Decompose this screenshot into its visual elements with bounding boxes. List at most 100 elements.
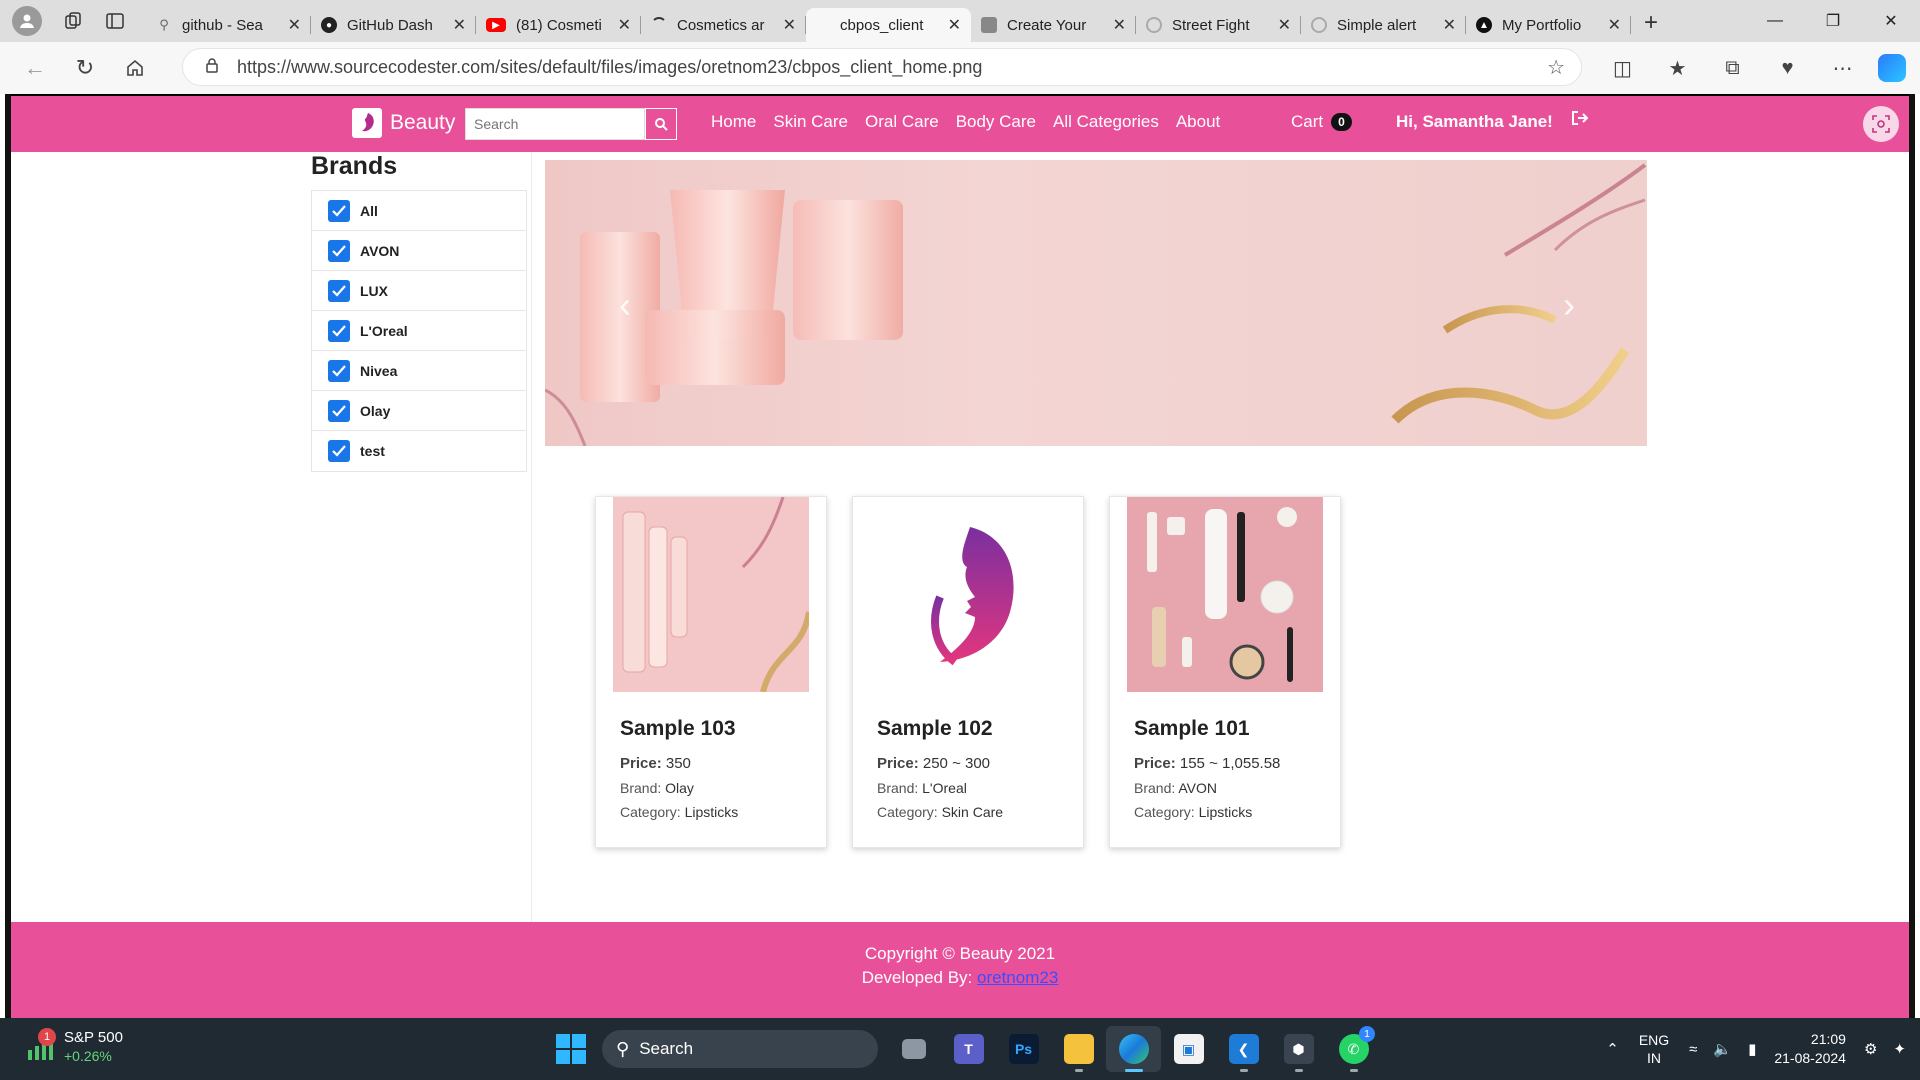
product-card[interactable]: Sample 101 Price: 155 ~ 1,055.58 Brand: … <box>1109 496 1341 848</box>
product-name[interactable]: Sample 103 <box>620 717 736 741</box>
edge-icon[interactable] <box>1106 1026 1161 1072</box>
brand-filter-loreal[interactable]: L'Oreal <box>312 311 526 351</box>
site-brand[interactable]: Beauty <box>352 108 455 138</box>
menu-all-categories[interactable]: All Categories <box>1053 112 1159 132</box>
restore-icon[interactable]: ❐ <box>1804 0 1862 42</box>
search-button[interactable] <box>645 108 677 140</box>
close-icon[interactable]: ✕ <box>288 15 301 35</box>
file-explorer-icon[interactable] <box>1051 1026 1106 1072</box>
checkbox-checked-icon[interactable] <box>328 199 350 222</box>
brand-filter-olay[interactable]: Olay <box>312 391 526 431</box>
settings-gear-icon[interactable]: ⚙ <box>1864 1040 1877 1058</box>
taskbar-search[interactable]: ⚲ Search <box>602 1030 878 1068</box>
logout-icon[interactable] <box>1571 110 1589 131</box>
price-label: Price: <box>877 755 919 772</box>
screenshot-icon[interactable] <box>1863 106 1899 142</box>
menu-about[interactable]: About <box>1176 112 1220 132</box>
checkbox-checked-icon[interactable] <box>328 319 350 342</box>
teams-icon[interactable]: T <box>941 1026 996 1072</box>
user-greeting[interactable]: Hi, Samantha Jane! <box>1396 112 1553 132</box>
tab[interactable]: ● GitHub Dash ✕ <box>311 8 476 42</box>
brand-filter-avon[interactable]: AVON <box>312 231 526 271</box>
menu-oral-care[interactable]: Oral Care <box>865 112 939 132</box>
close-icon[interactable]: ✕ <box>1443 15 1456 35</box>
tab[interactable]: Street Fight ✕ <box>1136 8 1301 42</box>
refresh-icon[interactable]: ↻ <box>60 42 110 94</box>
price-value: 155 ~ 1,055.58 <box>1179 755 1281 772</box>
task-view-icon[interactable] <box>886 1026 941 1072</box>
vertical-tabs-icon[interactable] <box>94 0 136 42</box>
volume-icon[interactable]: 🔈 <box>1713 1040 1732 1058</box>
more-options-icon[interactable]: ⋯ <box>1815 56 1870 81</box>
checkbox-checked-icon[interactable] <box>328 239 350 262</box>
brand-filter-lux[interactable]: LUX <box>312 271 526 311</box>
photoshop-icon[interactable]: Ps <box>996 1026 1051 1072</box>
brand-filter-nivea[interactable]: Nivea <box>312 351 526 391</box>
tab[interactable]: ▲ My Portfolio ✕ <box>1466 8 1631 42</box>
whatsapp-icon[interactable]: ✆ 1 <box>1326 1026 1381 1072</box>
windows-start-icon[interactable] <box>556 1034 586 1064</box>
menu-home[interactable]: Home <box>711 112 756 132</box>
favorites-icon[interactable]: ★ <box>1650 56 1705 81</box>
product-card[interactable]: Sample 103 Price: 350 Brand: Olay Catego… <box>595 496 827 848</box>
tab[interactable]: ⚲ github - Sea ✕ <box>146 8 311 42</box>
close-window-icon[interactable]: ✕ <box>1862 0 1920 42</box>
tab-label: Create Your <box>1007 16 1087 34</box>
developer-link[interactable]: oretnom23 <box>977 968 1058 987</box>
close-icon[interactable]: ✕ <box>1113 15 1126 35</box>
product-name[interactable]: Sample 102 <box>877 717 993 741</box>
home-icon[interactable] <box>110 42 160 94</box>
split-screen-icon[interactable]: ◫ <box>1595 56 1650 81</box>
tab-label: Simple alert <box>1337 16 1417 34</box>
checkbox-checked-icon[interactable] <box>328 279 350 302</box>
category-value: Lipsticks <box>1198 804 1253 820</box>
product-card[interactable]: Sample 102 Price: 250 ~ 300 Brand: L'Ore… <box>852 496 1084 848</box>
tab[interactable]: ▶ (81) Cosmeti ✕ <box>476 8 641 42</box>
tab[interactable]: Cosmetics ar ✕ <box>641 8 806 42</box>
browser-essentials-icon[interactable]: ♥ <box>1760 57 1815 80</box>
cart-link[interactable]: Cart 0 <box>1291 112 1352 132</box>
new-tab-icon[interactable]: + <box>1631 6 1671 40</box>
lock-icon[interactable] <box>205 57 219 78</box>
back-icon[interactable]: ← <box>10 42 60 94</box>
battery-icon[interactable]: ▮ <box>1748 1040 1756 1058</box>
workspaces-icon[interactable] <box>52 0 94 42</box>
menu-body-care[interactable]: Body Care <box>956 112 1036 132</box>
favorite-star-icon[interactable]: ☆ <box>1547 55 1565 80</box>
brand-filter-test[interactable]: test <box>312 431 526 471</box>
copilot-icon[interactable] <box>1878 54 1906 82</box>
search-icon: ⚲ <box>616 1038 630 1059</box>
url-field[interactable]: https://www.sourcecodester.com/sites/def… <box>182 48 1582 86</box>
close-icon[interactable]: ✕ <box>783 15 796 35</box>
close-icon[interactable]: ✕ <box>1608 15 1621 35</box>
carousel-next-icon[interactable]: › <box>1563 284 1575 326</box>
tab-active[interactable]: cbpos_client ✕ <box>806 8 971 42</box>
collections-icon[interactable]: ⧉ <box>1705 57 1760 80</box>
close-icon[interactable]: ✕ <box>618 15 631 35</box>
checkbox-checked-icon[interactable] <box>328 399 350 422</box>
copilot-taskbar-icon[interactable]: ✦ <box>1893 1040 1906 1058</box>
clock[interactable]: 21:09 21-08-2024 <box>1774 1030 1846 1068</box>
menu-skin-care[interactable]: Skin Care <box>773 112 848 132</box>
language-indicator[interactable]: ENG IN <box>1639 1031 1669 1067</box>
checkbox-checked-icon[interactable] <box>328 440 350 462</box>
chevron-up-icon[interactable]: ⌃ <box>1606 1040 1619 1058</box>
tab[interactable]: Simple alert ✕ <box>1301 8 1466 42</box>
profile-icon[interactable] <box>12 6 42 36</box>
vscode-icon[interactable]: ❮ <box>1216 1026 1271 1072</box>
store-icon[interactable]: ▣ <box>1161 1026 1216 1072</box>
minimize-icon[interactable]: — <box>1746 0 1804 42</box>
close-icon[interactable]: ✕ <box>453 15 466 35</box>
unity-icon[interactable]: ⬢ <box>1271 1026 1326 1072</box>
carousel-prev-icon[interactable]: ‹ <box>619 284 631 326</box>
wifi-icon[interactable]: ≈ <box>1689 1041 1697 1058</box>
checkbox-checked-icon[interactable] <box>328 359 350 382</box>
brand-filter-all[interactable]: All <box>312 191 526 231</box>
close-icon[interactable]: ✕ <box>1278 15 1291 35</box>
search-input[interactable] <box>465 108 645 140</box>
tab-label: My Portfolio <box>1502 16 1582 34</box>
stock-widget[interactable]: 1 S&P 500 +0.26% <box>24 1028 123 1066</box>
product-name[interactable]: Sample 101 <box>1134 717 1250 741</box>
tab[interactable]: Create Your ✕ <box>971 8 1136 42</box>
close-icon[interactable]: ✕ <box>948 15 961 35</box>
